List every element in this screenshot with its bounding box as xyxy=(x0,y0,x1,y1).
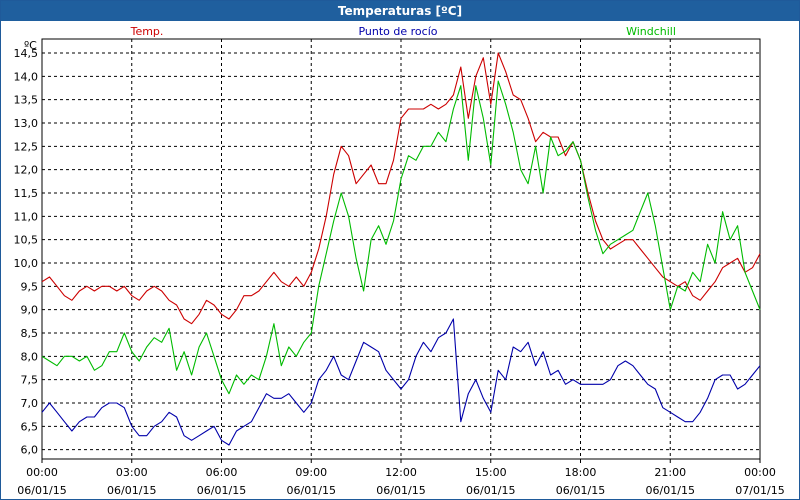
y-tick-label: 12,5 xyxy=(14,140,39,153)
x-tick-time: 18:00 xyxy=(565,466,597,479)
x-tick-time: 09:00 xyxy=(295,466,327,479)
y-tick-label: 13,5 xyxy=(14,94,39,107)
y-tick-label: 8,0 xyxy=(21,350,39,363)
legend-entry-0: Temp. xyxy=(130,25,164,38)
x-tick-date: 06/01/15 xyxy=(556,484,605,497)
x-tick-date: 07/01/15 xyxy=(735,484,784,497)
y-tick-label: 6,0 xyxy=(21,444,39,457)
line-chart: 6,0 6,5 7,0 7,5 8,0 8,5 9,0 9,5 10,0 10,5 11,0 11,5… xyxy=(14,25,785,497)
x-tick-time: 15:00 xyxy=(475,466,507,479)
x-tick-date: 06/01/15 xyxy=(107,484,156,497)
y-tick-label: 7,5 xyxy=(21,374,39,387)
y-axis-unit-label: ºC xyxy=(24,39,37,52)
x-tick-date: 06/01/15 xyxy=(197,484,246,497)
y-tick-label: 12,0 xyxy=(14,164,39,177)
x-tick-date: 06/01/15 xyxy=(646,484,695,497)
x-tick-time: 00:00 xyxy=(26,466,58,479)
y-tick-label: 9,0 xyxy=(21,304,39,317)
y-tick-label: 11,5 xyxy=(14,187,39,200)
y-tick-label: 10,0 xyxy=(14,257,39,270)
x-tick-date: 06/01/15 xyxy=(376,484,425,497)
legend: Temp. Punto de rocío Windchill xyxy=(130,25,676,38)
y-tick-label: 6,5 xyxy=(21,420,39,433)
y-tick-label: 9,5 xyxy=(21,280,39,293)
y-tick-label: 7,0 xyxy=(21,397,39,410)
x-tick-date: 06/01/15 xyxy=(17,484,66,497)
legend-entry-2: Windchill xyxy=(626,25,676,38)
y-tick-label: 13,0 xyxy=(14,117,39,130)
y-tick-label: 8,5 xyxy=(21,327,39,340)
x-tick-time: 12:00 xyxy=(385,466,417,479)
legend-entry-1: Punto de rocío xyxy=(358,25,437,38)
y-tick-label: 10,5 xyxy=(14,234,39,247)
x-tick-date: 06/01/15 xyxy=(466,484,515,497)
y-tick-label: 14,0 xyxy=(14,70,39,83)
x-tick-time: 03:00 xyxy=(116,466,148,479)
x-tick-time: 00:00 xyxy=(744,466,776,479)
y-tick-label: 11,0 xyxy=(14,210,39,223)
x-tick-time: 06:00 xyxy=(206,466,238,479)
x-tick-date: 06/01/15 xyxy=(287,484,336,497)
x-tick-time: 21:00 xyxy=(654,466,686,479)
